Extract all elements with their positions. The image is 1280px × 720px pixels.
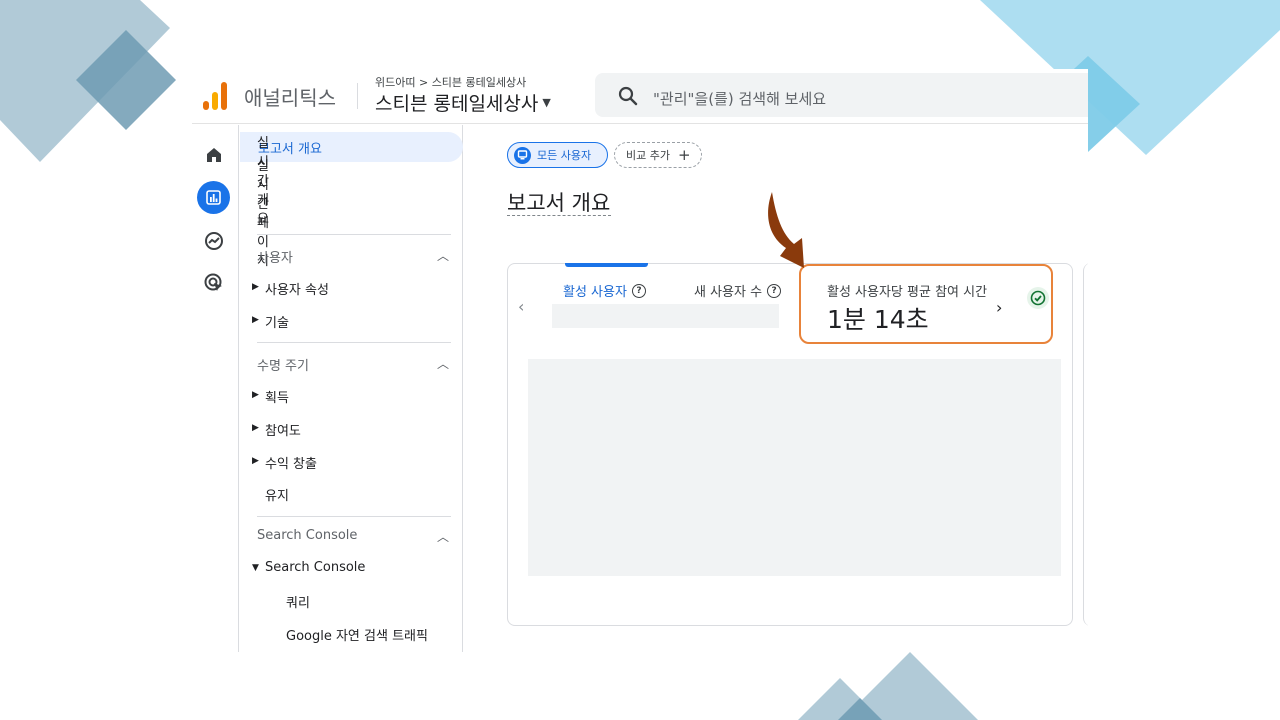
- expand-triangle-icon[interactable]: ▶: [252, 423, 259, 433]
- slide-canvas: 애널리틱스 위드아띠 > 스티븐 롱테일세상사 스티븐 롱테일세상사 ▼ "관리…: [0, 0, 1280, 720]
- nav-item-queries[interactable]: 쿼리: [286, 592, 310, 611]
- app-name: 애널리틱스: [244, 86, 336, 110]
- collapse-triangle-icon[interactable]: ▼: [252, 563, 259, 573]
- comparison-chip-all-users[interactable]: 모든 사용자: [507, 142, 608, 168]
- next-card-edge: [1083, 263, 1088, 626]
- header-divider: [357, 83, 358, 109]
- decorative-diamonds-bottom: [798, 652, 978, 720]
- nav-item-acquisition[interactable]: 획득: [265, 387, 289, 406]
- property-selector[interactable]: 스티븐 롱테일세상사 ▼: [375, 89, 551, 116]
- annotation-arrow-icon: [768, 192, 804, 268]
- help-icon[interactable]: ?: [631, 283, 646, 298]
- nav-item-retention[interactable]: 유지: [265, 485, 289, 504]
- analytics-screenshot: 애널리틱스 위드아띠 > 스티븐 롱테일세상사 스티븐 롱테일세상사 ▼ "관리…: [192, 69, 1088, 652]
- home-icon[interactable]: [202, 143, 226, 167]
- metric-label-engagement-time[interactable]: 활성 사용자당 평균 참여 시간: [827, 281, 987, 300]
- explore-icon[interactable]: [202, 229, 226, 253]
- plus-icon: +: [677, 146, 691, 164]
- chevron-up-icon[interactable]: ︿: [437, 528, 449, 545]
- expand-triangle-icon[interactable]: ▶: [252, 390, 259, 400]
- nav-item-organic-traffic[interactable]: Google 자연 검색 트래픽: [286, 625, 428, 644]
- decorative-diamonds-top-left: [0, 0, 176, 162]
- help-icon[interactable]: ?: [767, 283, 782, 298]
- add-comparison-button[interactable]: 비교 추가 +: [614, 142, 702, 168]
- nav-item-tech[interactable]: 기술: [265, 312, 289, 331]
- chevron-left-icon[interactable]: ‹: [518, 297, 524, 316]
- caret-down-icon: ▼: [542, 96, 551, 109]
- report-navigation: 보고서 개요 실시간 개요 실시간 페이지 사용자 ︿ ▶ 사용자 속성 ▶ 기…: [238, 125, 463, 652]
- nav-divider: [257, 516, 451, 517]
- metric-value-engagement-time: 1분 14초: [827, 305, 929, 334]
- chip-label: 비교 추가: [626, 149, 670, 162]
- analytics-logo-icon: [203, 82, 227, 110]
- metric-label: 새 사용자 수: [694, 285, 763, 300]
- chevron-up-icon[interactable]: ︿: [437, 247, 449, 264]
- left-rail: [192, 125, 238, 652]
- nav-item-user-attributes[interactable]: 사용자 속성: [265, 279, 329, 298]
- nav-item-reports-snapshot[interactable]: 보고서 개요: [240, 132, 463, 162]
- metric-label: 활성 사용자: [563, 285, 627, 300]
- search-icon: [618, 86, 638, 106]
- section-title-users[interactable]: 사용자: [257, 247, 293, 266]
- expand-triangle-icon[interactable]: ▶: [252, 282, 259, 292]
- title-dashed-underline: [507, 215, 611, 216]
- property-name: 스티븐 롱테일세상사: [375, 93, 539, 115]
- section-title-search-console[interactable]: Search Console: [257, 528, 357, 543]
- user-icon: [514, 146, 531, 164]
- top-app-bar: 애널리틱스 위드아띠 > 스티븐 롱테일세상사 스티븐 롱테일세상사 ▼ "관리…: [192, 69, 1088, 124]
- section-title-lifecycle[interactable]: 수명 주기: [257, 355, 309, 374]
- search-placeholder: "관리"을(를) 검색해 보세요: [653, 90, 827, 108]
- expand-triangle-icon[interactable]: ▶: [252, 456, 259, 466]
- metrics-card: ‹ 활성 사용자 ? 새 사용자 수 ? 활성 사용자당 평균 참여 시간 1분…: [507, 263, 1073, 626]
- chevron-up-icon[interactable]: ︿: [437, 355, 449, 372]
- nav-item-engagement[interactable]: 참여도: [265, 420, 301, 439]
- nav-divider: [257, 342, 451, 343]
- search-bar[interactable]: "관리"을(를) 검색해 보세요: [595, 73, 1088, 117]
- nav-divider: [257, 234, 451, 235]
- metric-tab-active-users[interactable]: 활성 사용자 ?: [563, 281, 646, 300]
- chart-placeholder: [528, 359, 1061, 576]
- expand-triangle-icon[interactable]: ▶: [252, 315, 259, 325]
- chip-label: 모든 사용자: [537, 149, 592, 162]
- account-breadcrumb[interactable]: 위드아띠 > 스티븐 롱테일세상사: [375, 74, 526, 90]
- nav-item-search-console[interactable]: Search Console: [265, 560, 365, 575]
- reports-icon[interactable]: [197, 181, 230, 214]
- nav-item-monetization[interactable]: 수익 창출: [265, 453, 317, 472]
- check-circle-icon: [1027, 287, 1049, 309]
- page-title: 보고서 개요: [507, 191, 611, 215]
- active-tab-indicator: [565, 263, 648, 267]
- chevron-right-icon[interactable]: ›: [996, 298, 1002, 317]
- metric-tab-new-users[interactable]: 새 사용자 수 ?: [694, 281, 782, 300]
- loading-placeholder: [552, 304, 779, 328]
- advertising-icon[interactable]: [202, 271, 226, 295]
